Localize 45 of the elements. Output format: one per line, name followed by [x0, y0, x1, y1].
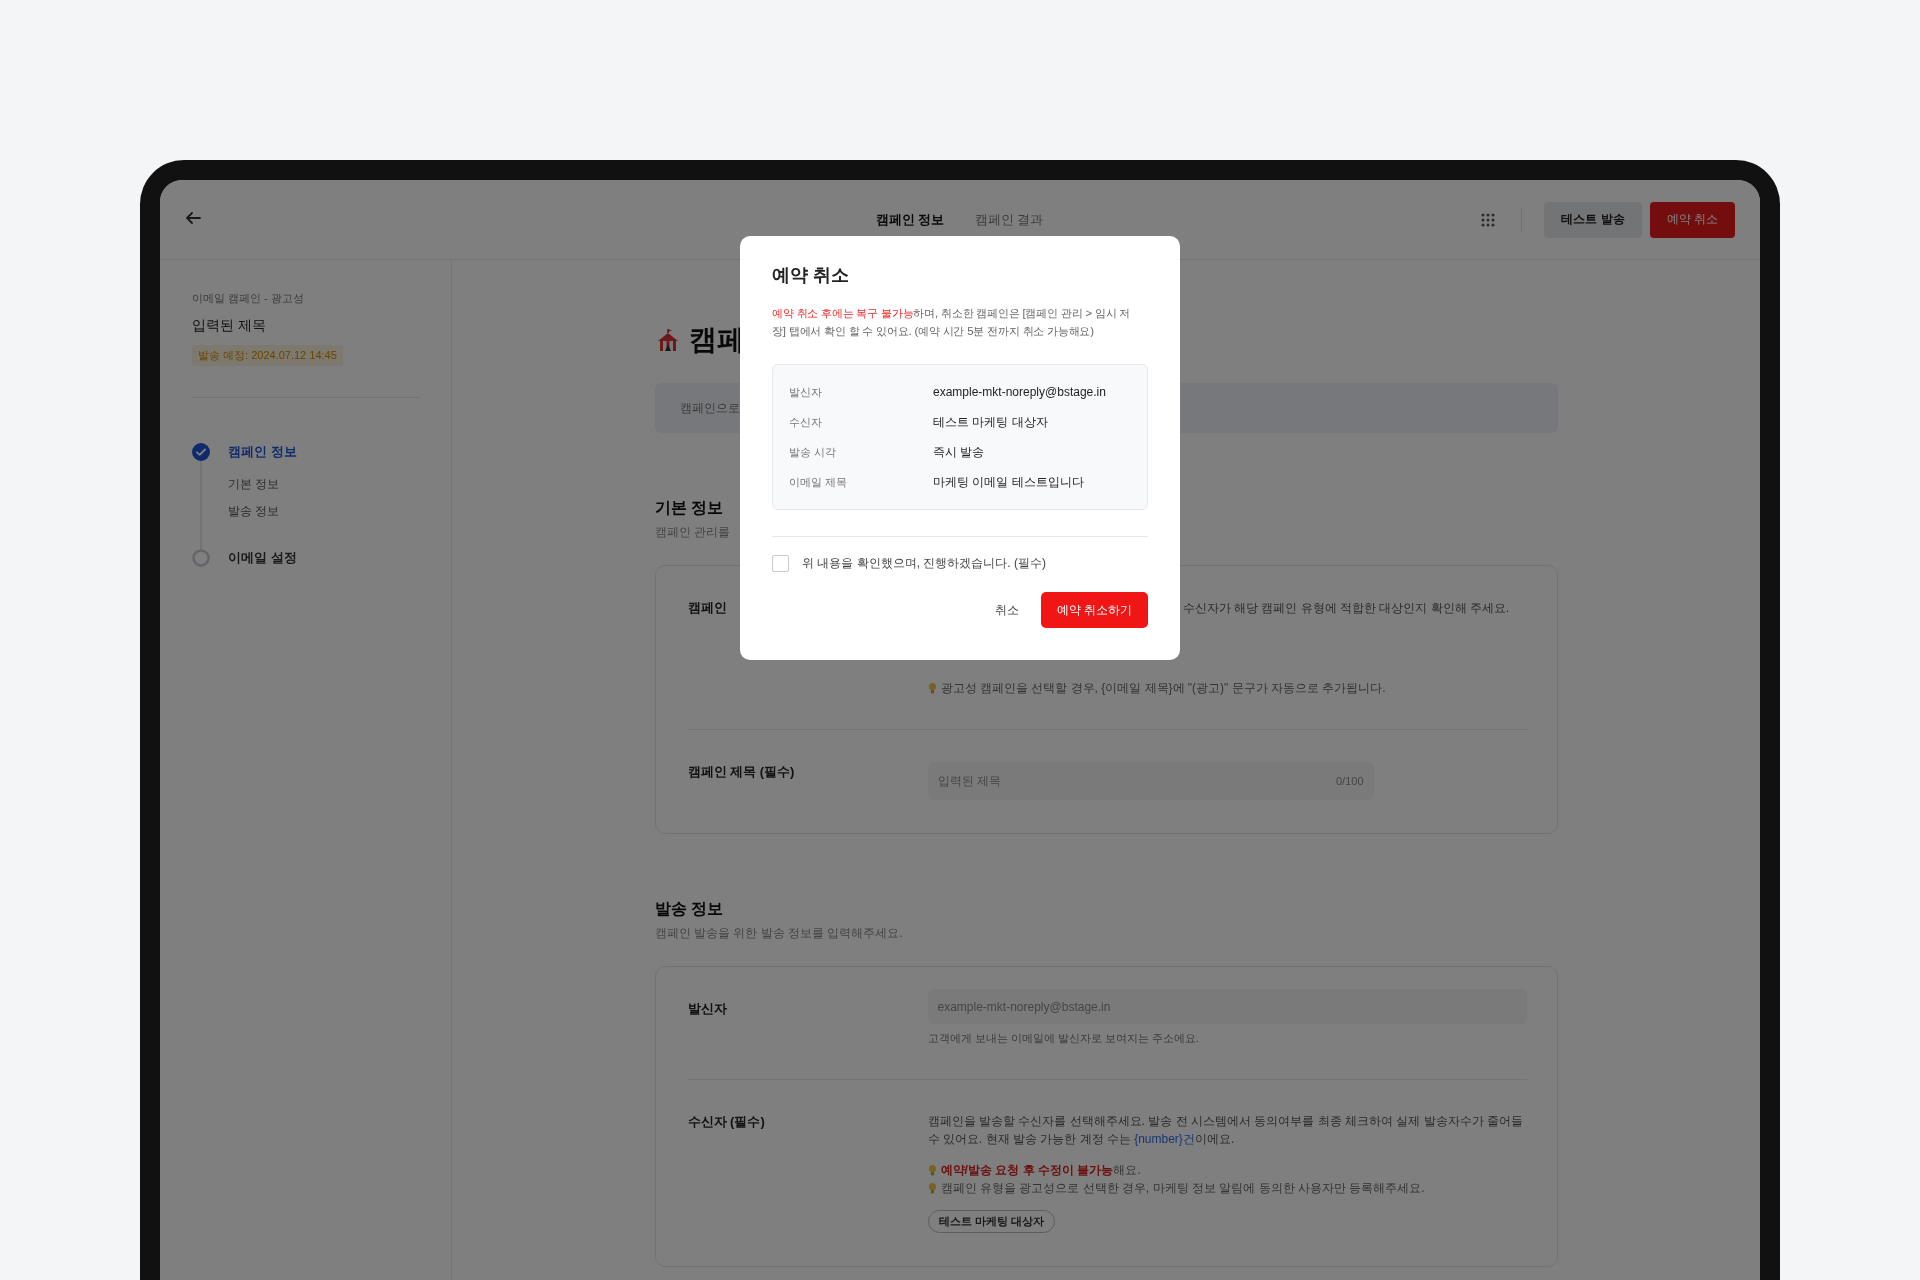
banner-text: 캠페인으로	[679, 399, 740, 417]
summary-value: 즉시 발송	[933, 443, 986, 461]
apps-grid-icon[interactable]	[1481, 212, 1496, 227]
checkbox-label[interactable]: 위 내용을 확인했으며, 진행하겠습니다. (필수)	[802, 555, 1046, 572]
summary-label: 이메일 제목	[789, 474, 849, 490]
section-subtitle: 캠페인 발송을 위한 발송 정보를 입력해주세요.	[654, 925, 903, 941]
field-label: 발신자	[687, 1000, 728, 1018]
section-heading: 기본 정보	[654, 498, 723, 518]
field-label: 수신자 (필수)	[687, 1113, 766, 1131]
section-subtitle: 캠페인 관리를	[654, 524, 730, 540]
summary-label: 발송 시각	[789, 444, 838, 460]
recipient-chip[interactable]: 테스트 마케팅 대상자	[927, 1210, 1055, 1233]
tip-text: 캠페인 유형을 광고성으로 선택한 경우, 마케팅 정보 알림에 동의한 사용자만 등록해주세요.	[940, 1180, 1425, 1196]
tip-text: 광고성 캠페인을 선택할 경우, {이메일 제목}에 "(광고)" 문구가 자동으로 추가됩니다.	[940, 680, 1386, 696]
summary-value: example-mkt-noreply@bstage.in	[933, 385, 1107, 399]
lightbulb-icon	[927, 681, 937, 695]
schedule-badge: 발송 예정: 2024.07.12 14:45	[192, 345, 343, 366]
field-label: 캠페인 제목 (필수)	[687, 763, 796, 781]
campaign-title: 입력된 제목	[192, 317, 267, 335]
summary-value: 테스트 마케팅 대상자	[933, 413, 1049, 431]
hint-text: 수신자가 해당 캠페인 유형에 적합한 대상인지 확인해 주세요.	[1182, 600, 1511, 617]
field-label: 캠페인	[687, 599, 728, 617]
summary-value: 마케팅 이메일 테스트입니다	[933, 473, 1085, 491]
campaign-category: 이메일 캠페인 - 광고성	[192, 291, 305, 306]
section-heading: 발송 정보	[654, 899, 723, 919]
dialog-description: 예약 취소 후에는 복구 불가능하며, 취소한 캠페인은 [캠페인 관리 > 임시 저장] 탭에서 확인 할 수 있어요. (예약 시간 5분 전까지 취소 가능해요)	[772, 306, 1132, 339]
confirm-checkbox[interactable]	[772, 555, 789, 572]
description-text: 캠페인을 발송할 수신자를 선택해주세요. 발송 전 시스템에서 동의여부를 최종 체크하여 실제 발송자수가 줄어들 수 있어요. 현재 발송 가능한 계정 수는 {number}건이에요.	[927, 1113, 1524, 1148]
confirm-cancel-button[interactable]: 예약 취소하기	[1040, 592, 1148, 628]
step-label[interactable]: 캠페인 정보	[228, 443, 297, 461]
summary-label: 수신자	[789, 414, 823, 430]
summary-label: 발신자	[789, 384, 823, 400]
dialog-title: 예약 취소	[772, 264, 850, 287]
page-title: 캠페	[688, 323, 745, 357]
substep-link[interactable]: 발송 정보	[228, 503, 421, 520]
cancel-reservation-button[interactable]: 예약 취소	[1649, 201, 1735, 238]
tip-text: 예약/발송 요청 후 수정이 불가능해요.	[940, 1162, 1141, 1178]
lightbulb-icon	[927, 1163, 937, 1177]
lightbulb-icon	[927, 1181, 937, 1195]
help-text: 고객에게 보내는 이메일에 발신자로 보여지는 주소에요.	[927, 1031, 1200, 1046]
test-send-button[interactable]: 테스트 발송	[1544, 201, 1642, 238]
cancel-button[interactable]: 취소	[990, 592, 1023, 628]
substep-link[interactable]: 기본 정보	[228, 476, 421, 493]
tab[interactable]: 캠페인 결과	[974, 200, 1044, 239]
step-label[interactable]: 이메일 설정	[228, 549, 297, 567]
